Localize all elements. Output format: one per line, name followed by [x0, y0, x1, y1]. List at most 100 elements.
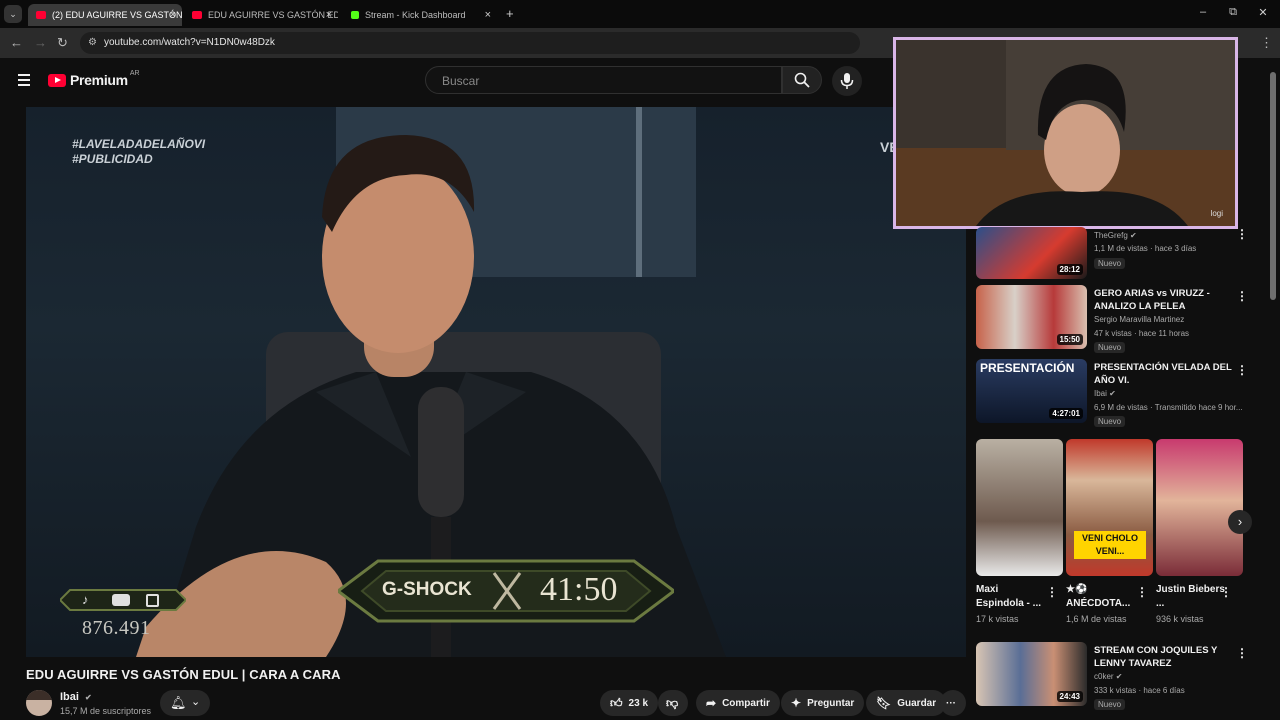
subscriber-count: 15,7 M de suscriptores [60, 706, 152, 716]
close-tab-icon[interactable]: × [326, 9, 332, 21]
sparkle-icon: ✦ [791, 696, 802, 710]
video-thumbnail[interactable]: 28:12 [976, 227, 1087, 279]
video-options-icon[interactable]: ⋮ [1236, 363, 1248, 377]
like-button[interactable]: 👍︎ 23 k [600, 690, 658, 716]
short-title[interactable]: Justin Biebers ... [1156, 583, 1226, 611]
video-player[interactable]: #LAVELADADELAÑOVI #PUBLICIDAD VE G-SHOCK… [26, 107, 966, 657]
search-icon [794, 72, 810, 88]
webcam-overlay: logi [893, 37, 1238, 229]
recommended-video-3[interactable]: PRESENTACIÓN 4:27:01 PRESENTACIÓN VELADA… [976, 359, 1266, 429]
forward-arrow-icon[interactable]: → [34, 35, 47, 50]
browser-tab-youtube-2[interactable]: EDU AGUIRRE VS GASTÓN EDU × [184, 4, 338, 26]
new-badge: Nuevo [1094, 258, 1126, 269]
browser-tab-youtube-1[interactable]: (2) EDU AGUIRRE VS GASTÓN E × [28, 4, 182, 26]
video-channel[interactable]: TheGrefg ✔ [1094, 231, 1137, 240]
video-title[interactable]: GERO ARIAS vs VIRUZZ - ANALIZO LA PELEA [1094, 287, 1234, 313]
youtube-favicon-icon [192, 11, 202, 19]
minimize-button[interactable]: – [1188, 6, 1218, 18]
new-tab-button[interactable]: + [506, 6, 514, 21]
short-options-icon[interactable]: ⋮ [1220, 585, 1232, 599]
video-duration: 24:43 [1056, 691, 1083, 702]
short-title[interactable]: Maxi Espindola - ... [976, 583, 1046, 611]
short-item-3[interactable]: Justin Biebers ... 936 k vistas ⋮ [1156, 439, 1244, 624]
share-button[interactable]: ➦ Compartir [696, 690, 780, 716]
ask-button[interactable]: ✦ Preguntar [781, 690, 865, 716]
video-options-icon[interactable]: ⋮ [1236, 227, 1248, 241]
url-text: youtube.com/watch?v=N1DN0w48Dzk [104, 37, 275, 48]
url-field[interactable]: ⚙ youtube.com/watch?v=N1DN0w48Dzk [80, 32, 860, 54]
short-thumbnail[interactable] [976, 439, 1063, 576]
close-tab-icon[interactable]: × [170, 9, 176, 21]
restore-button[interactable]: ⧉ [1218, 6, 1248, 19]
short-views: 936 k vistas [1156, 614, 1204, 624]
page-scrollbar[interactable] [1270, 72, 1276, 300]
youtube-favicon-icon [36, 11, 46, 19]
recommended-video-4[interactable]: 24:43 STREAM CON JOQUILES Y LENNY TAVARE… [976, 642, 1266, 712]
video-options-icon[interactable]: ⋮ [1236, 289, 1248, 303]
short-item-2[interactable]: VENI CHOLO VENI... ★⚽ ANÉCDOTA... 1,6 M … [1066, 439, 1154, 624]
short-views: 1,6 M de vistas [1066, 614, 1127, 624]
tab-title: EDU AGUIRRE VS GASTÓN EDU [208, 10, 338, 20]
hashtag-line-1: #LAVELADADELAÑOVI [72, 137, 206, 151]
short-views: 17 k vistas [976, 614, 1019, 624]
tab-title: (2) EDU AGUIRRE VS GASTÓN E [52, 10, 182, 20]
recommended-video-1[interactable]: 28:12 TheGrefg ✔ 1,1 M de vistas · hace … [976, 227, 1266, 279]
site-info-icon[interactable]: ⚙ [88, 37, 97, 48]
share-label: Compartir [722, 697, 770, 709]
video-channel[interactable]: Ibai ✔ [1094, 389, 1116, 398]
short-thumbnail[interactable] [1156, 439, 1243, 576]
countdown-timer: 41:50 [540, 571, 618, 608]
video-thumbnail[interactable]: 24:43 [976, 642, 1087, 706]
voice-search-button[interactable] [832, 66, 862, 96]
browser-tab-bar: ⌄ (2) EDU AGUIRRE VS GASTÓN E × EDU AGUI… [0, 0, 1280, 28]
camera-label: logi [1210, 209, 1223, 218]
twitch-icon [146, 594, 159, 607]
video-channel[interactable]: Sergio Maravilla Martinez [1094, 315, 1184, 324]
menu-icon[interactable] [18, 74, 30, 86]
channel-avatar[interactable] [26, 690, 52, 716]
short-options-icon[interactable]: ⋮ [1046, 585, 1058, 599]
short-title[interactable]: ★⚽ ANÉCDOTA... [1066, 583, 1136, 611]
country-code: AR [129, 69, 140, 77]
browser-menu-icon[interactable]: ⋮ [1260, 35, 1273, 51]
close-window-button[interactable]: ✕ [1248, 6, 1278, 19]
tab-title: Stream - Kick Dashboard [365, 10, 466, 20]
youtube-play-logo-icon [48, 73, 66, 87]
recommended-video-2[interactable]: 15:50 GERO ARIAS vs VIRUZZ - ANALIZO LA … [976, 285, 1266, 353]
tab-list-button[interactable]: ⌄ [4, 5, 22, 23]
save-label: Guardar [897, 697, 937, 709]
video-stats: 6,9 M de vistas · Transmitido hace 9 hor… [1094, 403, 1243, 412]
bell-icon: 🔔︎ [170, 695, 187, 710]
browser-tab-kick[interactable]: Stream - Kick Dashboard × [343, 4, 497, 26]
sponsor-timer-banner: G-SHOCK 41:50 [338, 557, 674, 625]
video-channel[interactable]: c0ker ✔ [1094, 672, 1123, 681]
short-item-1[interactable]: Maxi Espindola - ... 17 k vistas ⋮ [976, 439, 1064, 624]
channel-name[interactable]: Ibai ✔ [60, 691, 92, 703]
new-badge: Nuevo [1094, 699, 1126, 710]
short-thumbnail[interactable]: VENI CHOLO VENI... [1066, 439, 1153, 576]
short-options-icon[interactable]: ⋮ [1136, 585, 1148, 599]
video-thumbnail[interactable]: PRESENTACIÓN 4:27:01 [976, 359, 1087, 423]
more-actions-button[interactable]: ··· [940, 690, 966, 716]
back-arrow-icon[interactable]: ← [10, 35, 23, 50]
social-links-bar: ♪ [60, 589, 186, 611]
search-button[interactable] [782, 66, 822, 94]
youtube-premium-logo[interactable]: Premium AR [48, 69, 140, 88]
youtube-icon [112, 594, 130, 606]
video-thumbnail[interactable]: 15:50 [976, 285, 1087, 349]
notification-settings-button[interactable]: 🔔︎ ⌄ [160, 690, 210, 716]
video-stats: 47 k vistas · hace 11 horas [1094, 329, 1190, 338]
dislike-button[interactable]: 👎︎ [658, 690, 688, 716]
save-button[interactable]: 🔖︎ Guardar [866, 690, 947, 716]
reload-icon[interactable]: ↻ [57, 35, 68, 51]
thumbnail-text: PRESENTACIÓN [980, 361, 1075, 375]
close-tab-icon[interactable]: × [485, 9, 491, 21]
tiktok-icon: ♪ [82, 592, 89, 607]
shorts-next-button[interactable]: › [1228, 510, 1252, 534]
video-options-icon[interactable]: ⋮ [1236, 646, 1248, 660]
video-title[interactable]: STREAM CON JOQUILES Y LENNY TAVAREZ [1094, 644, 1234, 670]
video-title[interactable]: PRESENTACIÓN VELADA DEL AÑO VI. [1094, 361, 1234, 387]
like-count: 23 k [628, 697, 649, 709]
search-input[interactable]: Buscar [425, 66, 782, 94]
hashtag-overlay: #LAVELADADELAÑOVI #PUBLICIDAD [72, 137, 205, 167]
